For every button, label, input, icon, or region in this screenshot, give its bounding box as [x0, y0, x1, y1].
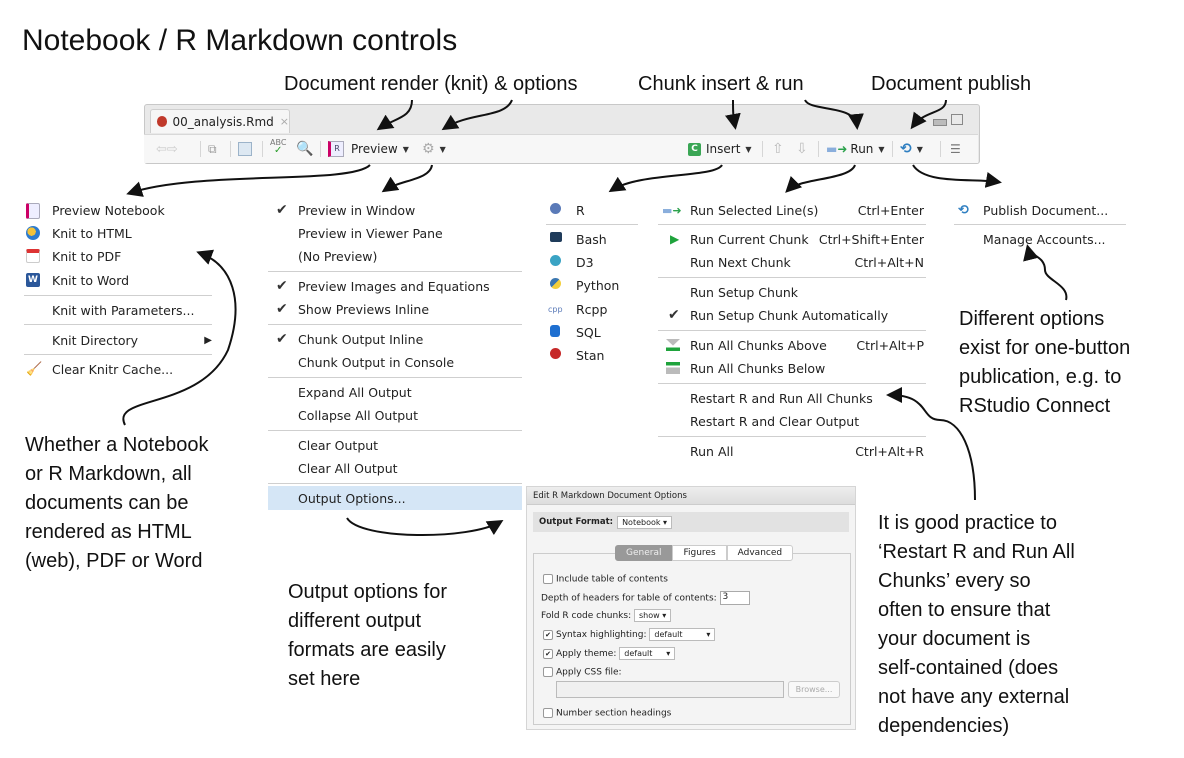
arrow-preview [376, 99, 413, 131]
arrow-options [441, 99, 513, 131]
arrow-publish-menu [912, 164, 1002, 188]
arrow-output-note [346, 517, 504, 536]
arrow-publish [910, 99, 947, 130]
arrow-options-menu [381, 164, 433, 193]
arrow-restart-note [886, 387, 976, 501]
arrow-knit-menu [126, 164, 371, 197]
annotation-arrows [122, 99, 1068, 536]
arrow-left-note [122, 249, 237, 426]
arrow-run-menu [785, 164, 856, 193]
arrow-insert [724, 99, 741, 130]
arrow-run [804, 99, 864, 130]
arrow-publish-note [1023, 244, 1068, 301]
arrow-insert-menu [608, 164, 723, 193]
